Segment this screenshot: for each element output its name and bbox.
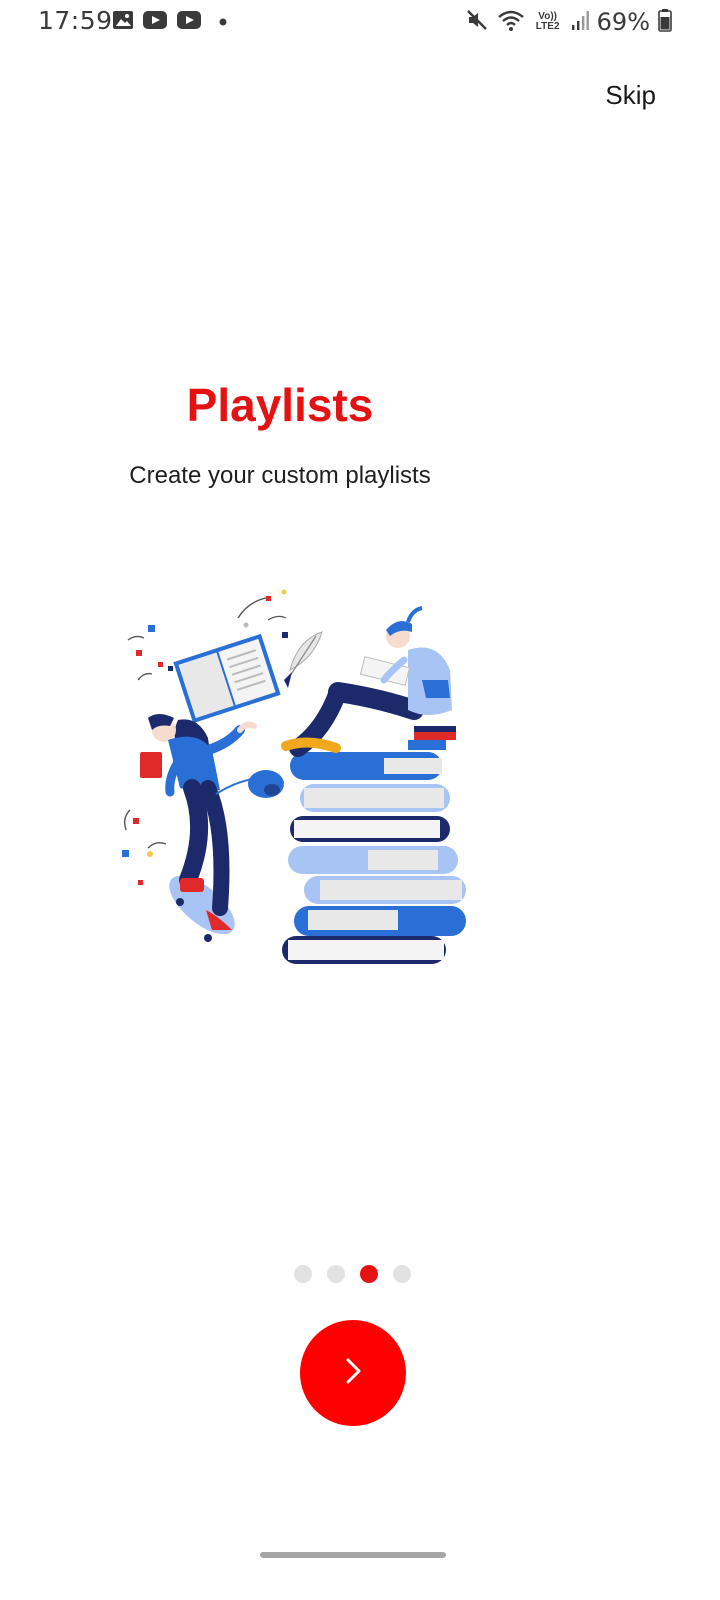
page-dot-1[interactable] (294, 1265, 312, 1283)
battery-percent: 69% (596, 8, 650, 36)
mute-icon (465, 8, 489, 37)
status-time: 17:59 (38, 6, 113, 35)
network-label: Vo)) LTE2 (535, 11, 560, 32)
youtube-icon (142, 10, 168, 35)
signal-icon (571, 9, 589, 36)
next-button[interactable] (300, 1320, 406, 1426)
notification-icons (112, 10, 228, 35)
status-bar: 17:59 Vo)) LTE2 69% (0, 0, 720, 44)
lte-icon: Vo)) LTE2 (533, 12, 563, 32)
youtube-icon (176, 10, 202, 35)
system-icons: Vo)) LTE2 69% (465, 6, 672, 38)
reading-books-illustration (108, 580, 480, 970)
onboarding-screen: 17:59 Vo)) LTE2 69% Skip Playlists Creat… (0, 0, 720, 1600)
page-title: Playlists (186, 379, 374, 431)
page-subtitle: Create your custom playlists (129, 462, 431, 489)
chevron-right-icon (339, 1353, 367, 1394)
home-indicator[interactable] (260, 1552, 446, 1558)
page-indicator (294, 1265, 411, 1283)
gallery-icon (112, 10, 134, 35)
page-dot-2[interactable] (327, 1265, 345, 1283)
page-dot-4[interactable] (393, 1265, 411, 1283)
skip-button[interactable]: Skip (605, 80, 656, 111)
page-dot-3-active[interactable] (360, 1265, 378, 1283)
battery-icon (658, 8, 672, 37)
wifi-icon (497, 8, 525, 37)
dot-icon (218, 14, 228, 32)
